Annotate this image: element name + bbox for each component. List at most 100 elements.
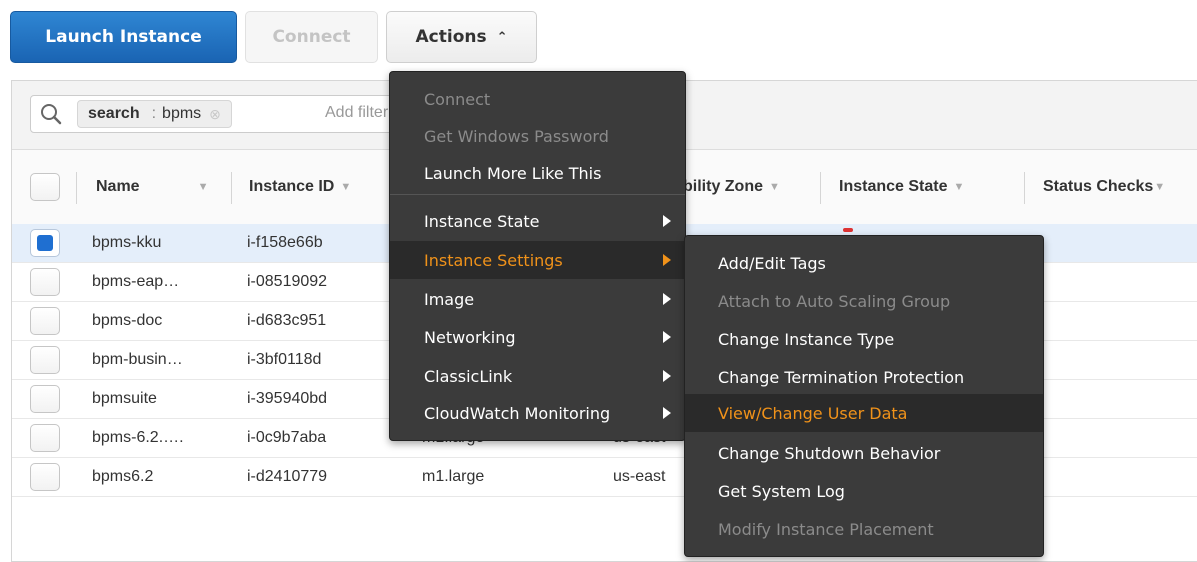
filter-separator: : xyxy=(151,105,157,122)
sort-caret-icon: ▼ xyxy=(953,181,965,193)
menu-item-connect[interactable]: Connect xyxy=(390,80,685,118)
column-divider xyxy=(76,172,77,204)
menu-item-label: Networking xyxy=(424,327,516,347)
sort-caret-icon: ▼ xyxy=(1154,181,1166,193)
chevron-up-icon: ⌃ xyxy=(496,29,508,45)
menu-item-image[interactable]: Image xyxy=(390,280,685,318)
submenu-arrow-icon xyxy=(663,370,671,382)
filter-value: bpms xyxy=(162,105,202,122)
cell-instance-id: i-d683c951 xyxy=(247,312,327,329)
menu-item-label: Get Windows Password xyxy=(424,126,609,146)
menu-item-cloudwatch-monitoring[interactable]: CloudWatch Monitoring xyxy=(390,394,685,432)
submenu-arrow-icon xyxy=(663,331,671,343)
sort-caret-icon: ▼ xyxy=(197,181,209,193)
cell-instance-id: i-0c9b7aba xyxy=(247,429,327,446)
column-status-label: Status Checks xyxy=(1043,178,1154,195)
column-divider xyxy=(1024,172,1025,204)
filter-key: search xyxy=(88,105,140,122)
select-all-checkbox[interactable] xyxy=(30,173,60,201)
menu-item-classiclink[interactable]: ClassicLink xyxy=(390,357,685,395)
cell-name: bpms-6.2.…. xyxy=(92,429,184,446)
submenu-item-label: Modify Instance Placement xyxy=(718,519,934,539)
submenu-item-add-edit-tags[interactable]: Add/Edit Tags xyxy=(685,244,1043,282)
connect-button[interactable]: Connect xyxy=(245,11,378,63)
cell-instance-id: i-d2410779 xyxy=(247,468,328,485)
submenu-item-label: Get System Log xyxy=(718,481,845,501)
row-checkbox[interactable] xyxy=(30,385,60,413)
row-checkbox[interactable] xyxy=(30,463,60,491)
cell-name: bpm-busin… xyxy=(92,351,183,368)
menu-item-networking[interactable]: Networking xyxy=(390,318,685,356)
submenu-item-attach-asg[interactable]: Attach to Auto Scaling Group xyxy=(685,282,1043,320)
menu-item-label: Instance State xyxy=(424,211,540,231)
submenu-item-view-change-user-data[interactable]: View/Change User Data xyxy=(685,394,1043,432)
submenu-item-change-termination-protection[interactable]: Change Termination Protection xyxy=(685,358,1043,396)
menu-item-label: Launch More Like This xyxy=(424,163,602,183)
cell-instance-id: i-08519092 xyxy=(247,273,328,290)
submenu-item-modify-instance-placement[interactable]: Modify Instance Placement xyxy=(685,510,1043,548)
cell-instance-id: i-f158e66b xyxy=(247,234,323,251)
menu-item-label: Instance Settings xyxy=(424,250,563,270)
menu-item-instance-state[interactable]: Instance State xyxy=(390,202,685,240)
cell-name: bpms-doc xyxy=(92,312,163,329)
row-checkbox[interactable] xyxy=(30,229,60,257)
menu-item-get-windows-password[interactable]: Get Windows Password xyxy=(390,117,685,155)
column-header-instance-state[interactable]: Instance State ▼ xyxy=(839,150,1019,224)
submenu-item-change-instance-type[interactable]: Change Instance Type xyxy=(685,320,1043,358)
submenu-item-label: Attach to Auto Scaling Group xyxy=(718,291,951,311)
column-header-name[interactable]: Name ▼ xyxy=(96,150,226,224)
menu-item-label: CloudWatch Monitoring xyxy=(424,403,611,423)
cell-name: bpms-kku xyxy=(92,234,162,251)
row-checkbox[interactable] xyxy=(30,268,60,296)
menu-item-label: Connect xyxy=(424,89,491,109)
submenu-item-change-shutdown-behavior[interactable]: Change Shutdown Behavior xyxy=(685,434,1043,472)
menu-item-launch-more[interactable]: Launch More Like This xyxy=(390,154,685,192)
column-state-label: Instance State xyxy=(839,178,948,195)
cell-instance-type: m1.large xyxy=(422,468,485,485)
submenu-arrow-icon xyxy=(663,293,671,305)
actions-button-label: Actions xyxy=(415,27,487,47)
cell-instance-id: i-3bf0118d xyxy=(247,351,322,368)
sort-caret-icon: ▼ xyxy=(340,181,352,193)
submenu-arrow-icon xyxy=(663,254,671,266)
row-checkbox[interactable] xyxy=(30,307,60,335)
column-zone-label: bility Zone xyxy=(683,178,763,195)
menu-divider xyxy=(390,194,685,195)
menu-item-label: ClassicLink xyxy=(424,366,513,386)
submenu-item-label: View/Change User Data xyxy=(718,403,908,423)
submenu-item-label: Change Instance Type xyxy=(718,329,895,349)
column-divider xyxy=(820,172,821,204)
launch-instance-button[interactable]: Launch Instance xyxy=(10,11,237,63)
search-input[interactable]: search : bpms ⊗ Add filter xyxy=(30,95,402,133)
remove-filter-icon[interactable]: ⊗ xyxy=(209,106,221,123)
cell-name: bpms6.2 xyxy=(92,468,154,485)
submenu-item-label: Add/Edit Tags xyxy=(718,253,826,273)
sort-caret-icon: ▼ xyxy=(769,181,780,193)
state-indicator xyxy=(843,228,853,232)
cell-availability-zone: us-east xyxy=(613,468,666,485)
submenu-item-label: Change Termination Protection xyxy=(718,367,965,387)
cell-instance-id: i-395940bd xyxy=(247,390,328,407)
cell-name: bpmsuite xyxy=(92,390,157,407)
search-icon xyxy=(41,104,62,125)
add-filter-placeholder[interactable]: Add filter xyxy=(325,104,388,122)
submenu-arrow-icon xyxy=(663,215,671,227)
column-header-status-checks[interactable]: Status Checks ▼ xyxy=(1043,150,1197,224)
column-header-availability-zone[interactable]: bility Zone ▼ xyxy=(683,150,823,224)
submenu-item-label: Change Shutdown Behavior xyxy=(718,443,941,463)
cell-name: bpms-eap… xyxy=(92,273,180,290)
row-checkbox[interactable] xyxy=(30,346,60,374)
menu-item-label: Image xyxy=(424,289,475,309)
actions-button[interactable]: Actions ⌃ xyxy=(386,11,537,63)
row-checkbox[interactable] xyxy=(30,424,60,452)
column-instance-id-label: Instance ID xyxy=(249,178,335,195)
search-filter-tag: search : bpms ⊗ xyxy=(77,100,232,128)
submenu-arrow-icon xyxy=(663,407,671,419)
actions-menu: Connect Get Windows Password Launch More… xyxy=(389,71,686,441)
submenu-item-get-system-log[interactable]: Get System Log xyxy=(685,472,1043,510)
instance-settings-submenu: Add/Edit Tags Attach to Auto Scaling Gro… xyxy=(684,235,1044,557)
column-name-label: Name xyxy=(96,178,140,195)
menu-item-instance-settings[interactable]: Instance Settings xyxy=(390,241,685,279)
column-header-instance-id[interactable]: Instance ID ▼ xyxy=(249,150,399,224)
column-divider xyxy=(231,172,232,204)
